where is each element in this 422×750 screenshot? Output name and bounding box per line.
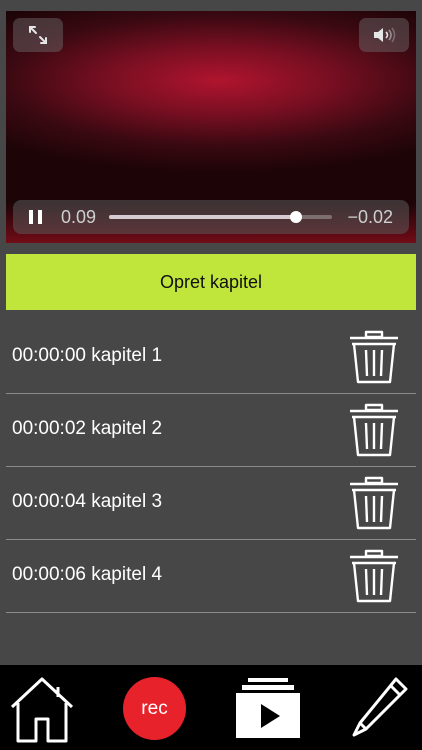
play-icon[interactable] — [234, 665, 302, 750]
speaker-icon — [374, 27, 396, 43]
trash-icon[interactable] — [348, 403, 400, 457]
chapter-label: 00:00:06 kapitel 4 — [12, 564, 163, 585]
create-chapter-button[interactable]: Opret kapitel — [6, 254, 416, 310]
record-button[interactable]: rec — [123, 677, 186, 740]
chapter-label: 00:00:04 kapitel 3 — [12, 491, 163, 512]
bottom-nav: rec — [0, 665, 422, 750]
home-icon[interactable] — [8, 665, 76, 750]
chapter-list: 00:00:00 kapitel 1 00:00:02 kapitel 2 00… — [6, 321, 416, 613]
chapter-label: 00:00:00 kapitel 1 — [12, 345, 163, 366]
trash-icon[interactable] — [348, 330, 400, 384]
elapsed-time: 0.09 — [61, 207, 97, 227]
list-item[interactable]: 00:00:06 kapitel 4 — [6, 540, 416, 613]
progress-knob[interactable] — [290, 211, 303, 223]
video-player[interactable]: 0.09 −0.02 — [6, 11, 416, 243]
expand-button[interactable] — [13, 18, 63, 52]
volume-button[interactable] — [359, 18, 409, 52]
trash-icon[interactable] — [348, 549, 400, 603]
list-item[interactable]: 00:00:00 kapitel 1 — [6, 321, 416, 394]
pencil-icon[interactable] — [346, 665, 412, 750]
progress-fill — [109, 215, 297, 219]
progress-slider[interactable] — [109, 211, 332, 223]
chapter-label: 00:00:02 kapitel 2 — [12, 418, 163, 439]
trash-icon[interactable] — [348, 476, 400, 530]
remaining-time: −0.02 — [347, 207, 393, 227]
playback-controls: 0.09 −0.02 — [13, 200, 409, 234]
list-item[interactable]: 00:00:04 kapitel 3 — [6, 467, 416, 540]
expand-arrows-icon — [29, 26, 47, 44]
pause-icon[interactable] — [29, 210, 43, 224]
list-item[interactable]: 00:00:02 kapitel 2 — [6, 394, 416, 467]
